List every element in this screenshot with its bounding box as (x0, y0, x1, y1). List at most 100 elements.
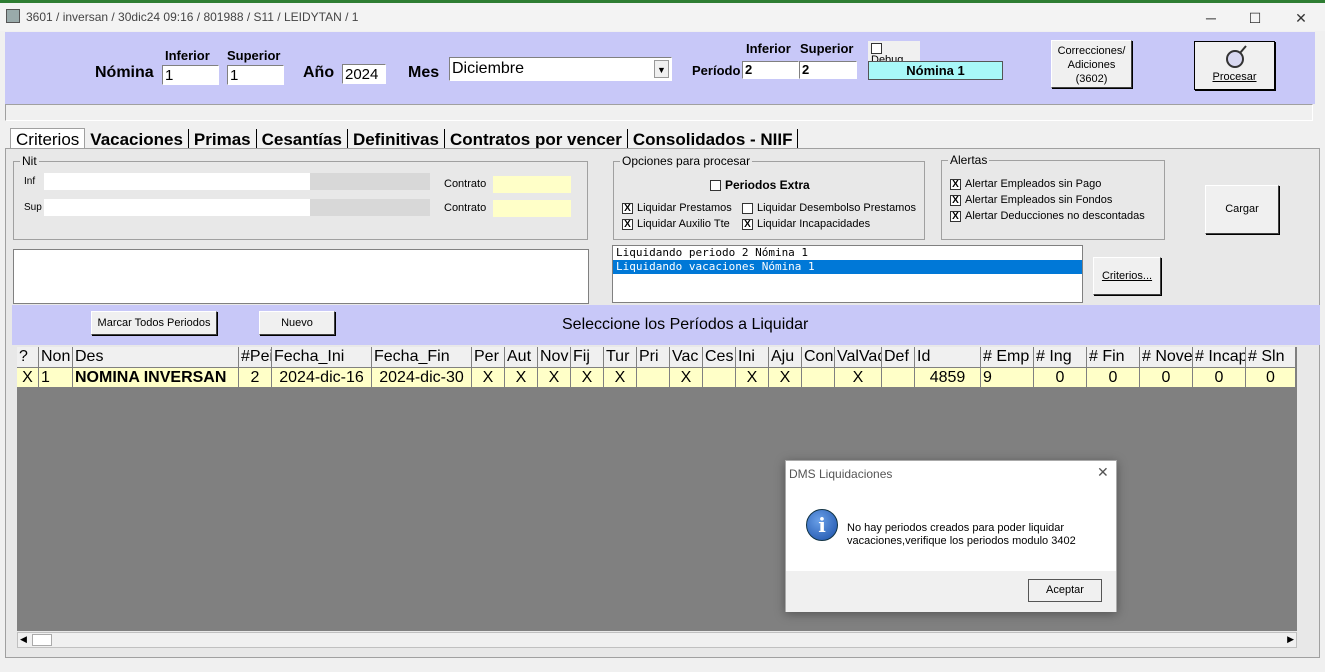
table-cell[interactable]: 4859 (915, 368, 981, 388)
close-button[interactable]: ✕ (1286, 7, 1316, 29)
column-header[interactable]: Tur (604, 347, 637, 368)
table-cell[interactable]: 9 (981, 368, 1034, 388)
dialog-close-icon[interactable]: ✕ (1097, 464, 1109, 481)
alerta-sin-pago-checkbox[interactable]: X Alertar Empleados sin Pago (950, 178, 1101, 190)
column-header[interactable]: # Sln (1246, 347, 1296, 368)
table-cell[interactable]: X (835, 368, 882, 388)
table-cell[interactable] (802, 368, 835, 388)
aceptar-button[interactable]: Aceptar (1028, 579, 1102, 602)
table-row[interactable]: X 1 NOMINA INVERSAN 2 2024-dic-16 2024-dic-30… (17, 368, 1296, 388)
dialog-title: DMS Liquidaciones (789, 467, 893, 481)
column-header[interactable]: Fecha_Ini (272, 347, 372, 368)
criterios-button[interactable]: Criterios... (1093, 257, 1161, 295)
nomina-inferior-input[interactable]: 1 (162, 65, 219, 85)
table-cell[interactable]: 0 (1193, 368, 1246, 388)
horizontal-scrollbar[interactable]: ◀ ▶ (17, 632, 1297, 648)
column-header[interactable]: Ini (736, 347, 769, 368)
contrato-input-1[interactable] (493, 176, 571, 193)
column-header[interactable]: Vac (670, 347, 703, 368)
table-cell[interactable]: X (17, 368, 39, 388)
table-cell[interactable]: X (571, 368, 604, 388)
contrato-input-2[interactable] (493, 200, 571, 217)
column-header[interactable]: Fij (571, 347, 604, 368)
minimize-button[interactable]: ─ (1196, 7, 1226, 29)
column-header[interactable]: Fecha_Fin (372, 347, 472, 368)
log-list[interactable]: Liquidando periodo 2 Nómina 1 Liquidando… (612, 245, 1083, 303)
table-cell[interactable]: 0 (1034, 368, 1087, 388)
periodo-superior-input[interactable]: 2 (799, 61, 857, 79)
log-item[interactable]: Liquidando periodo 2 Nómina 1 (613, 246, 1082, 260)
periodo-label: Período (692, 63, 741, 78)
alerta-deducciones-checkbox[interactable]: X Alertar Deducciones no descontadas (950, 210, 1145, 222)
table-cell[interactable]: X (670, 368, 703, 388)
liquidar-incapacidades-checkbox[interactable]: X Liquidar Incapacidades (742, 218, 870, 230)
column-header[interactable]: Non (39, 347, 73, 368)
chevron-down-icon[interactable]: ▼ (654, 60, 669, 78)
liquidar-desembolso-checkbox[interactable]: Liquidar Desembolso Prestamos (742, 202, 916, 214)
nit-sup-input[interactable] (44, 199, 310, 216)
periodo-inferior-input[interactable]: 2 (742, 61, 799, 79)
table-cell[interactable] (637, 368, 670, 388)
correcciones-button[interactable]: Correcciones/ Adiciones (3602) (1051, 40, 1132, 88)
liquidar-auxilio-checkbox[interactable]: X Liquidar Auxilio Tte (622, 218, 730, 230)
table-cell[interactable]: X (472, 368, 505, 388)
column-header[interactable]: # Nove (1140, 347, 1193, 368)
table-cell[interactable]: 1 (39, 368, 73, 388)
mes-select[interactable]: Diciembre ▼ (449, 57, 672, 81)
nit-sup-label: Sup (24, 202, 42, 213)
alerta-sin-fondos-check-icon: X (950, 194, 961, 206)
cargar-button[interactable]: Cargar (1205, 185, 1279, 234)
column-header[interactable]: Aju (769, 347, 802, 368)
alerta-sin-fondos-checkbox[interactable]: X Alertar Empleados sin Fondos (950, 194, 1112, 206)
scroll-left-icon[interactable]: ◀ (20, 634, 27, 645)
table-cell[interactable]: NOMINA INVERSAN (73, 368, 239, 388)
correcciones-line3: (3602) (1075, 73, 1108, 85)
column-header[interactable]: ValVac (835, 347, 882, 368)
info-icon: i (806, 509, 838, 541)
nomina-superior-input[interactable]: 1 (227, 65, 284, 85)
column-header[interactable]: Ces (703, 347, 736, 368)
procesar-button[interactable]: Procesar (1194, 41, 1275, 90)
column-header[interactable]: Con (802, 347, 835, 368)
table-cell[interactable]: X (769, 368, 802, 388)
table-cell[interactable]: 0 (1246, 368, 1296, 388)
table-cell[interactable]: X (736, 368, 769, 388)
column-header[interactable]: Per (472, 347, 505, 368)
table-cell[interactable]: X (604, 368, 637, 388)
column-header[interactable]: Pri (637, 347, 670, 368)
column-header[interactable]: # Incap (1193, 347, 1246, 368)
column-header[interactable]: Nov (538, 347, 571, 368)
table-cell[interactable] (703, 368, 736, 388)
column-header[interactable]: Id (915, 347, 981, 368)
periodos-extra-checkbox[interactable]: Periodos Extra (710, 178, 810, 192)
maximize-button[interactable]: ☐ (1240, 7, 1270, 29)
table-cell[interactable]: 2 (239, 368, 272, 388)
column-header[interactable]: Des (73, 347, 239, 368)
column-header[interactable]: ? (17, 347, 39, 368)
nomina-label: Nómina (95, 64, 154, 81)
anio-input[interactable]: 2024 (342, 64, 386, 84)
liquidar-incapacidades-check-icon: X (742, 218, 753, 230)
nuevo-button[interactable]: Nuevo (259, 311, 335, 335)
table-cell[interactable]: 2024-dic-16 (272, 368, 372, 388)
column-header[interactable]: # Fin (1087, 347, 1140, 368)
scroll-right-icon[interactable]: ▶ (1287, 634, 1294, 645)
table-cell[interactable]: X (538, 368, 571, 388)
column-header[interactable]: Aut (505, 347, 538, 368)
nit-inf-input[interactable] (44, 173, 310, 190)
marcar-todos-button[interactable]: Marcar Todos Periodos (91, 311, 217, 335)
table-cell[interactable]: 0 (1087, 368, 1140, 388)
column-header[interactable]: # Ing (1034, 347, 1087, 368)
table-cell[interactable]: X (505, 368, 538, 388)
log-item-selected[interactable]: Liquidando vacaciones Nómina 1 (613, 260, 1082, 274)
nit-inf-name (310, 173, 430, 190)
table-cell[interactable]: 0 (1140, 368, 1193, 388)
table-cell[interactable] (882, 368, 915, 388)
column-header[interactable]: Def (882, 347, 915, 368)
table-cell[interactable]: 2024-dic-30 (372, 368, 472, 388)
scroll-thumb[interactable] (32, 634, 52, 646)
liquidar-prestamos-checkbox[interactable]: X Liquidar Prestamos (622, 202, 732, 214)
column-header[interactable]: #Pei (239, 347, 272, 368)
nit-sup-name (310, 199, 430, 216)
column-header[interactable]: # Emp (981, 347, 1034, 368)
